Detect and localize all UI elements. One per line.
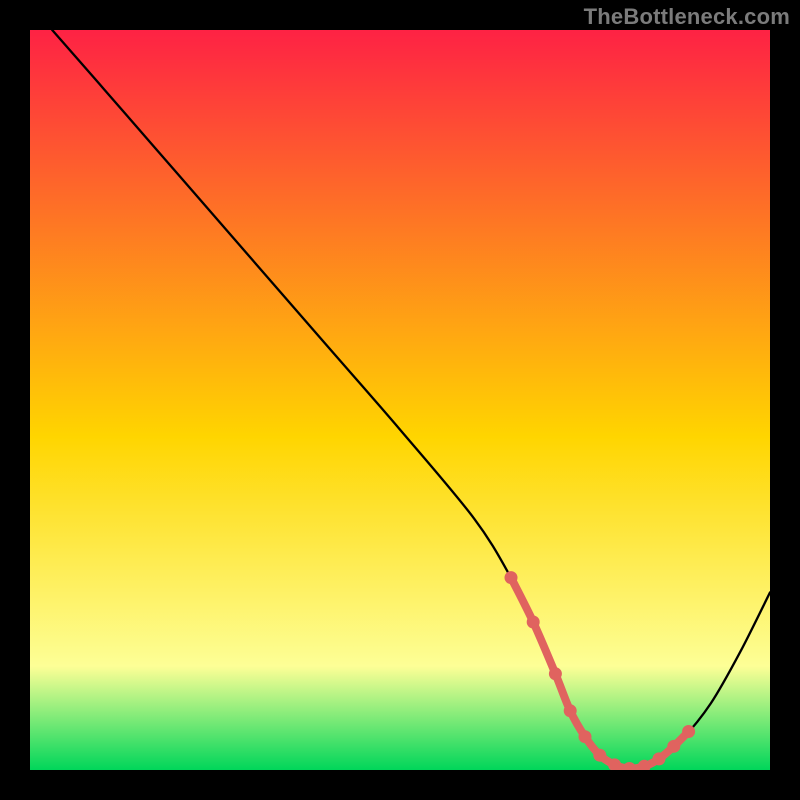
watermark-text: TheBottleneck.com [584, 4, 790, 30]
optimal-marker-dot [653, 752, 666, 765]
optimal-marker-dot [564, 704, 577, 717]
optimal-marker-dot [549, 667, 562, 680]
gradient-bg [30, 30, 770, 770]
optimal-marker-dot [527, 616, 540, 629]
optimal-marker-dot [667, 740, 680, 753]
optimal-marker-dot [505, 571, 518, 584]
optimal-marker-dot [579, 730, 592, 743]
optimal-marker-dot [682, 725, 695, 738]
chart-frame: TheBottleneck.com [0, 0, 800, 800]
optimal-marker-dot [593, 749, 606, 762]
plot-area [30, 30, 770, 770]
chart-svg [30, 30, 770, 770]
